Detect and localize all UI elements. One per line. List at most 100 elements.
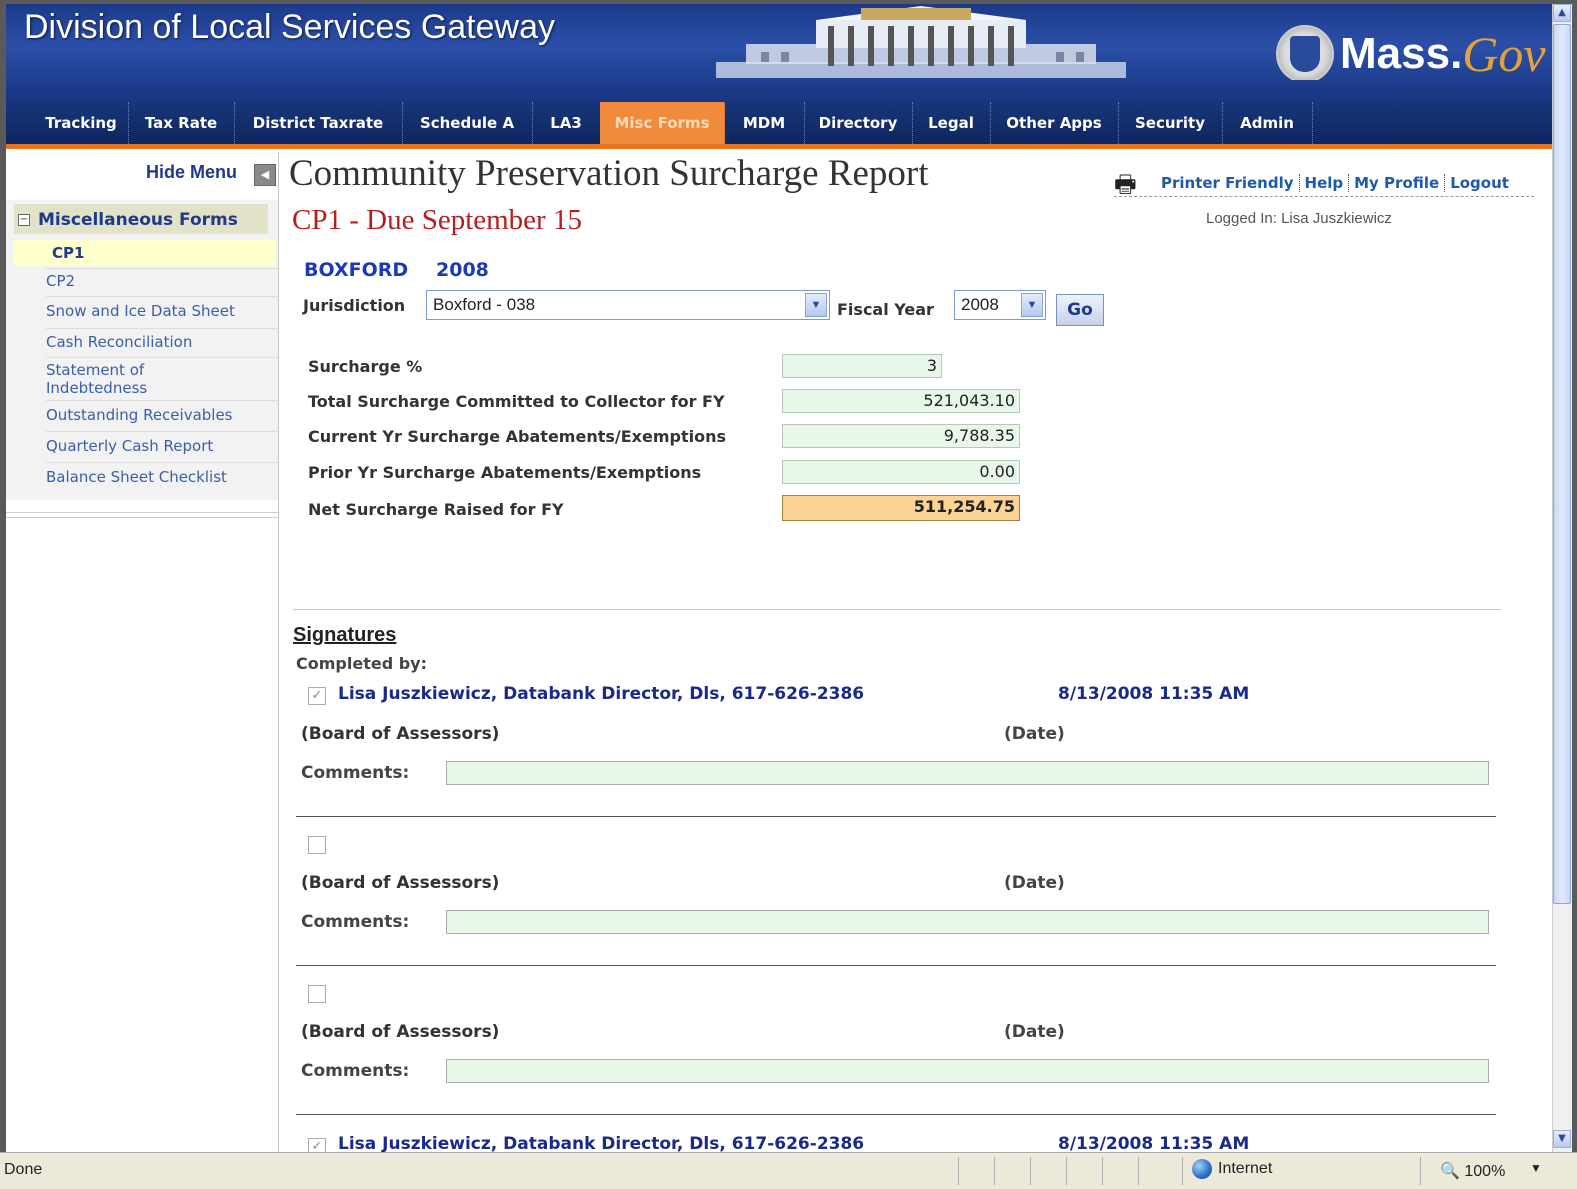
- chevron-down-icon[interactable]: ▼: [1530, 1161, 1542, 1175]
- logged-in-user: Logged In: Lisa Juszkiewicz: [1206, 210, 1392, 227]
- zoom-level: 100%: [1464, 1163, 1506, 1180]
- nav-tracking[interactable]: Tracking: [34, 102, 129, 144]
- status-separator: [994, 1157, 995, 1185]
- utility-links-underline: [1114, 196, 1534, 197]
- scroll-down-icon[interactable]: ▼: [1553, 1130, 1571, 1148]
- hide-menu-link[interactable]: Hide Menu: [146, 162, 237, 183]
- help-link[interactable]: Help: [1300, 174, 1350, 192]
- status-separator: [1182, 1157, 1183, 1185]
- total-surcharge-field[interactable]: 521,043.10: [782, 389, 1020, 413]
- nav-la3[interactable]: LA3: [532, 102, 601, 144]
- nav-security[interactable]: Security: [1118, 102, 1223, 144]
- nav-schedule-a[interactable]: Schedule A: [402, 102, 533, 144]
- go-button[interactable]: Go: [1056, 294, 1104, 326]
- nav-directory[interactable]: Directory: [804, 102, 913, 144]
- total-surcharge-label: Total Surcharge Committed to Collector f…: [308, 392, 725, 411]
- security-zone: Internet: [1192, 1159, 1272, 1179]
- jurisdiction-select[interactable]: Boxford - 038 ▼: [426, 290, 830, 320]
- sidebar-section-title[interactable]: Miscellaneous Forms: [38, 210, 238, 230]
- fiscal-year-label: Fiscal Year: [837, 300, 934, 319]
- sidebar-item-quarterly-cash[interactable]: Quarterly Cash Report: [46, 437, 271, 455]
- printer-friendly-link[interactable]: Printer Friendly: [1156, 174, 1300, 192]
- signature-checkbox[interactable]: ✓: [308, 687, 326, 705]
- sidebar-separator: [46, 328, 278, 329]
- prior-abatements-field[interactable]: 0.00: [782, 460, 1020, 484]
- sidebar-separator: [46, 296, 278, 297]
- nav-other-apps[interactable]: Other Apps: [990, 102, 1119, 144]
- signature-checkbox[interactable]: [308, 985, 326, 1003]
- brand-mass: Mass.: [1340, 29, 1463, 78]
- status-separator: [1138, 1157, 1139, 1185]
- logout-link[interactable]: Logout: [1445, 174, 1514, 192]
- statehouse-graphic: [716, 6, 1126, 78]
- surcharge-percent-field[interactable]: 3: [782, 354, 942, 378]
- sidebar-divider: [278, 152, 279, 1152]
- jurisdiction-value: Boxford - 038: [433, 295, 536, 314]
- current-abatements-label: Current Yr Surcharge Abatements/Exemptio…: [308, 427, 726, 446]
- net-surcharge-label: Net Surcharge Raised for FY: [308, 500, 564, 519]
- sidebar-item-cp2[interactable]: CP2: [46, 272, 271, 290]
- completed-by-label: Completed by:: [296, 654, 427, 673]
- comments-label: Comments:: [301, 1061, 410, 1081]
- status-separator: [1030, 1157, 1031, 1185]
- comments-input[interactable]: [446, 910, 1489, 934]
- board-of-assessors-label: (Board of Assessors): [301, 724, 500, 744]
- utility-links: Printer Friendly Help My Profile Logout: [1156, 174, 1514, 192]
- zoom-control[interactable]: 🔍 100%: [1440, 1161, 1505, 1181]
- signature-checkbox[interactable]: ✓: [308, 1138, 326, 1152]
- brand-gov: Gov: [1462, 26, 1546, 82]
- site-header: Division of Local Services Gateway Mass.: [6, 4, 1552, 83]
- comments-input[interactable]: [446, 761, 1489, 785]
- current-abatements-field[interactable]: 9,788.35: [782, 424, 1020, 448]
- massgov-logo: Mass. Gov: [1276, 24, 1546, 84]
- date-label: (Date): [1004, 1022, 1065, 1042]
- zone-label: Internet: [1218, 1160, 1273, 1177]
- sidebar-separator: [46, 431, 278, 432]
- nav-underline: [6, 144, 1552, 149]
- sidebar-item-snow-ice[interactable]: Snow and Ice Data Sheet: [46, 302, 271, 320]
- nav-tax-rate[interactable]: Tax Rate: [128, 102, 235, 144]
- date-label: (Date): [1004, 873, 1065, 893]
- nav-legal[interactable]: Legal: [912, 102, 991, 144]
- sidebar-separator: [46, 400, 278, 401]
- signature-checkbox[interactable]: [308, 836, 326, 854]
- jurisdiction-label: Jurisdiction: [303, 296, 406, 315]
- fiscal-year-select[interactable]: 2008 ▼: [954, 290, 1046, 320]
- surcharge-percent-label: Surcharge %: [308, 357, 423, 376]
- sidebar-item-cp1[interactable]: CP1: [14, 240, 276, 266]
- sidebar-item-outstanding-receivables[interactable]: Outstanding Receivables: [46, 406, 271, 424]
- collapse-minus-icon[interactable]: −: [18, 214, 30, 226]
- printer-icon[interactable]: 🖶: [1114, 167, 1137, 208]
- nav-misc-forms[interactable]: Misc Forms: [600, 102, 725, 144]
- my-profile-link[interactable]: My Profile: [1349, 174, 1446, 192]
- sidebar-item-balance-sheet[interactable]: Balance Sheet Checklist: [46, 468, 271, 486]
- net-surcharge-field: 511,254.75: [782, 495, 1020, 521]
- sidebar-item-statement-indebtedness[interactable]: Statement of Indebtedness: [46, 361, 196, 397]
- globe-icon: [1192, 1159, 1212, 1179]
- collapse-left-icon[interactable]: ◀: [254, 164, 276, 186]
- status-separator: [1420, 1157, 1421, 1185]
- town-name: BOXFORD: [304, 259, 409, 281]
- fiscal-year-value: 2008: [961, 295, 999, 314]
- signature-date: 8/13/2008 11:35 AM: [1058, 1134, 1250, 1152]
- sidebar-item-cash-reconciliation[interactable]: Cash Reconciliation: [46, 333, 271, 351]
- nav-mdm[interactable]: MDM: [724, 102, 805, 144]
- nav-admin[interactable]: Admin: [1222, 102, 1313, 144]
- section-divider: [293, 609, 1501, 610]
- scrollbar-thumb[interactable]: [1553, 24, 1571, 904]
- chevron-down-icon[interactable]: ▼: [805, 293, 827, 317]
- status-bar: Done Internet 🔍 100% ▼: [0, 1152, 1577, 1189]
- date-label: (Date): [1004, 724, 1065, 744]
- sidebar-separator: [46, 268, 278, 269]
- site-title: Division of Local Services Gateway: [24, 8, 556, 46]
- sidebar-bottom-rule: [6, 512, 278, 518]
- page-title: Community Preservation Surcharge Report: [289, 153, 929, 194]
- status-separator: [1102, 1157, 1103, 1185]
- comments-input[interactable]: [446, 1059, 1489, 1083]
- nav-district-taxrate[interactable]: District Taxrate: [234, 102, 403, 144]
- status-text: Done: [4, 1161, 43, 1178]
- chevron-down-icon[interactable]: ▼: [1021, 293, 1043, 317]
- magnifier-icon: 🔍: [1440, 1163, 1460, 1180]
- scroll-up-icon[interactable]: ▲: [1553, 4, 1571, 22]
- signature-divider: [296, 965, 1496, 966]
